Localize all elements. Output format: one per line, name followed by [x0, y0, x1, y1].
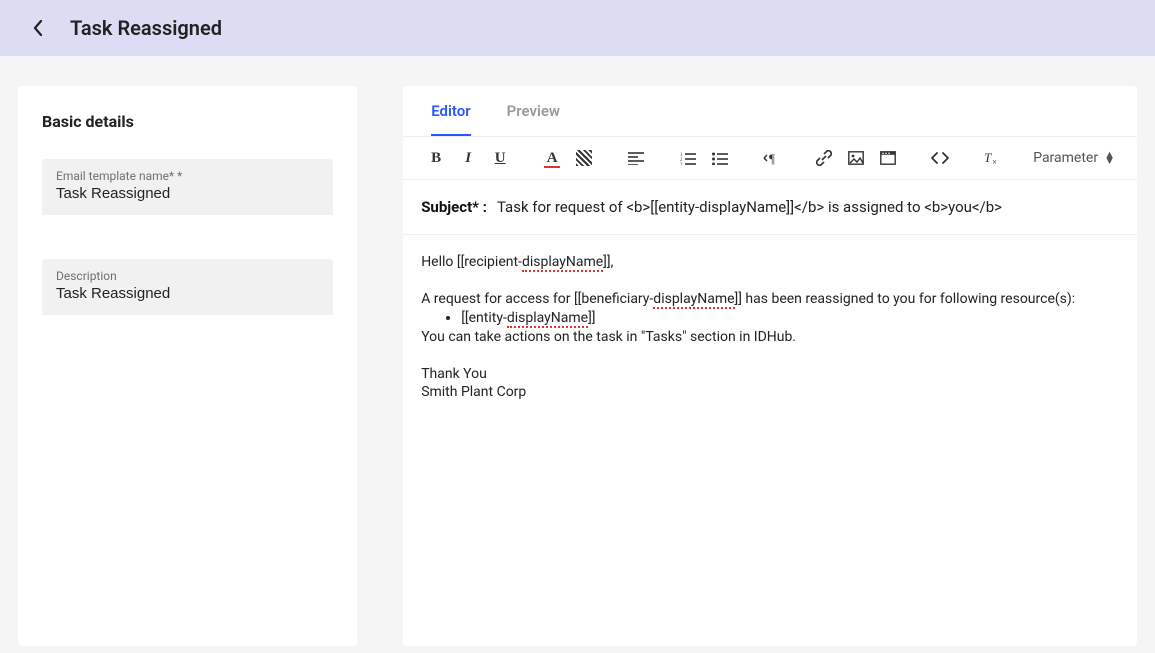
template-name-label: Email template name* *: [56, 169, 319, 183]
editor-card: Editor Preview B I U A 123: [403, 86, 1137, 646]
svg-text:×: ×: [992, 157, 997, 166]
code-view-icon[interactable]: [929, 147, 951, 169]
description-input[interactable]: [56, 285, 319, 302]
svg-text:T: T: [984, 150, 992, 165]
email-body-editor[interactable]: Hello [[recipient-displayName]], A reque…: [403, 235, 1137, 555]
text-color-icon[interactable]: A: [541, 147, 563, 169]
basic-details-heading: Basic details: [42, 112, 333, 131]
body-line-actions: You can take actions on the task in "Tas…: [421, 328, 1119, 347]
tab-editor[interactable]: Editor: [431, 102, 470, 136]
description-label: Description: [56, 269, 319, 283]
image-icon[interactable]: [845, 147, 867, 169]
unordered-list-icon[interactable]: [709, 147, 731, 169]
italic-icon[interactable]: I: [457, 147, 479, 169]
body-line-request: A request for access for [[beneficiary-d…: [421, 290, 1119, 309]
align-left-icon[interactable]: [625, 147, 647, 169]
description-field[interactable]: Description: [42, 259, 333, 315]
body-line-thanks: Thank You: [421, 365, 1119, 384]
editor-toolbar: B I U A 123: [403, 137, 1137, 180]
ordered-list-icon[interactable]: 123: [677, 147, 699, 169]
list-item: [[entity-displayName]]: [461, 309, 1119, 328]
body-line-greeting: Hello [[recipient-displayName]],: [421, 253, 1119, 272]
paragraph-format-icon[interactable]: ¶: [761, 147, 783, 169]
svg-text:3: 3: [680, 163, 683, 165]
sort-icon: ▲▼: [1104, 152, 1115, 164]
body-resources-list: [[entity-displayName]]: [421, 309, 1119, 328]
page-title: Task Reassigned: [70, 16, 222, 40]
subject-label: Subject* :: [421, 198, 487, 216]
underline-icon[interactable]: U: [489, 147, 511, 169]
subject-input[interactable]: Task for request of <b>[[entity-displayN…: [497, 198, 1119, 216]
video-icon[interactable]: [877, 147, 899, 169]
parameter-dropdown[interactable]: Parameter ▲▼: [1033, 150, 1115, 166]
tab-preview[interactable]: Preview: [507, 102, 560, 136]
page-header: Task Reassigned: [0, 0, 1155, 56]
link-icon[interactable]: [813, 147, 835, 169]
body-line-signature: Smith Plant Corp: [421, 383, 1119, 402]
clear-format-icon[interactable]: T×: [981, 147, 1003, 169]
parameter-label: Parameter: [1033, 150, 1098, 166]
bold-icon[interactable]: B: [425, 147, 447, 169]
svg-text:¶: ¶: [769, 151, 775, 165]
template-name-input[interactable]: [56, 185, 319, 202]
subject-row: Subject* : Task for request of <b>[[enti…: [403, 180, 1137, 235]
back-button[interactable]: [24, 14, 52, 42]
editor-tabs: Editor Preview: [403, 86, 1137, 137]
highlight-icon[interactable]: [573, 147, 595, 169]
template-name-field[interactable]: Email template name* *: [42, 159, 333, 215]
basic-details-card: Basic details Email template name* * Des…: [18, 86, 357, 646]
